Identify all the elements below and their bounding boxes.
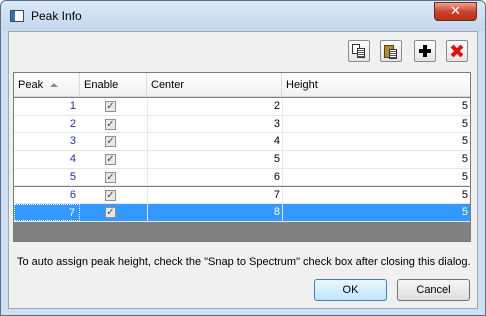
delete-peak-button[interactable] <box>446 40 468 62</box>
table-row[interactable]: 1 ✓ 2 5 <box>14 98 470 116</box>
table-row-selected[interactable]: 7 ✓ 8 5 <box>14 204 470 222</box>
peak-cell[interactable]: 6 <box>14 187 80 204</box>
copy-button[interactable] <box>348 40 370 62</box>
center-cell[interactable]: 4 <box>147 133 282 151</box>
height-cell[interactable]: 5 <box>282 168 470 186</box>
column-header-height[interactable]: Height <box>282 73 470 97</box>
peak-cell[interactable]: 7 <box>14 204 80 222</box>
enable-cell[interactable]: ✓ <box>80 204 147 221</box>
window-icon <box>10 10 24 22</box>
enable-cell[interactable]: ✓ <box>80 133 147 150</box>
table-row[interactable]: 6 ✓ 7 5 <box>14 186 470 205</box>
column-header-enable[interactable]: Enable <box>80 73 147 97</box>
help-text: To auto assign peak height, check the "S… <box>17 256 471 268</box>
close-button[interactable]: ✕ <box>434 2 477 21</box>
table-row[interactable]: 5 ✓ 6 5 <box>14 168 470 187</box>
peak-info-dialog: Peak Info ✕ Peak Enable Center Height 1 … <box>0 0 486 316</box>
peak-table[interactable]: Peak Enable Center Height 1 ✓ 2 5 2 ✓ 3 … <box>13 72 471 242</box>
enable-checkbox[interactable]: ✓ <box>105 136 116 148</box>
peak-cell[interactable]: 1 <box>14 98 80 115</box>
peak-cell[interactable]: 4 <box>14 151 80 168</box>
paste-icon <box>384 44 398 59</box>
center-cell[interactable]: 2 <box>147 98 282 115</box>
peak-cell[interactable]: 3 <box>14 133 80 150</box>
center-cell[interactable]: 7 <box>147 186 282 204</box>
delete-x-icon <box>451 45 463 57</box>
enable-cell[interactable]: ✓ <box>80 151 147 168</box>
center-cell[interactable]: 8 <box>147 204 282 222</box>
enable-cell[interactable]: ✓ <box>80 187 147 204</box>
enable-checkbox[interactable]: ✓ <box>105 118 116 130</box>
height-cell[interactable]: 5 <box>282 151 470 169</box>
column-header-label: Peak <box>18 79 44 91</box>
table-row[interactable]: 4 ✓ 5 5 <box>14 151 470 169</box>
column-header-peak[interactable]: Peak <box>14 73 80 97</box>
enable-checkbox[interactable]: ✓ <box>105 171 116 183</box>
enable-cell[interactable]: ✓ <box>80 98 147 115</box>
enable-checkbox[interactable]: ✓ <box>105 101 116 112</box>
title-bar[interactable]: Peak Info ✕ <box>1 1 485 31</box>
table-row[interactable]: 3 ✓ 4 5 <box>14 133 470 152</box>
enable-cell[interactable]: ✓ <box>80 116 147 133</box>
enable-checkbox[interactable]: ✓ <box>105 207 116 219</box>
center-cell[interactable]: 6 <box>147 168 282 186</box>
plus-icon <box>419 45 431 57</box>
peak-cell[interactable]: 2 <box>14 116 80 133</box>
copy-icon <box>352 44 366 58</box>
enable-checkbox[interactable]: ✓ <box>105 189 116 201</box>
center-cell[interactable]: 3 <box>147 115 282 133</box>
table-header: Peak Enable Center Height <box>14 73 470 97</box>
add-peak-button[interactable] <box>414 40 436 62</box>
height-cell[interactable]: 5 <box>282 133 470 151</box>
enable-checkbox[interactable]: ✓ <box>105 154 116 166</box>
peak-cell[interactable]: 5 <box>14 169 80 186</box>
ok-button[interactable]: OK <box>314 279 387 301</box>
center-cell[interactable]: 5 <box>147 151 282 169</box>
height-cell[interactable]: 5 <box>282 204 470 222</box>
enable-cell[interactable]: ✓ <box>80 169 147 186</box>
height-cell[interactable]: 5 <box>282 115 470 133</box>
height-cell[interactable]: 5 <box>282 98 470 115</box>
column-header-center[interactable]: Center <box>147 73 282 97</box>
dialog-body: Peak Enable Center Height 1 ✓ 2 5 2 ✓ 3 … <box>8 31 478 309</box>
cancel-button[interactable]: Cancel <box>397 279 470 301</box>
window-title: Peak Info <box>31 9 82 23</box>
table-row[interactable]: 2 ✓ 3 5 <box>14 115 470 134</box>
paste-button[interactable] <box>380 40 402 62</box>
height-cell[interactable]: 5 <box>282 186 470 204</box>
sort-ascending-icon <box>50 83 58 87</box>
